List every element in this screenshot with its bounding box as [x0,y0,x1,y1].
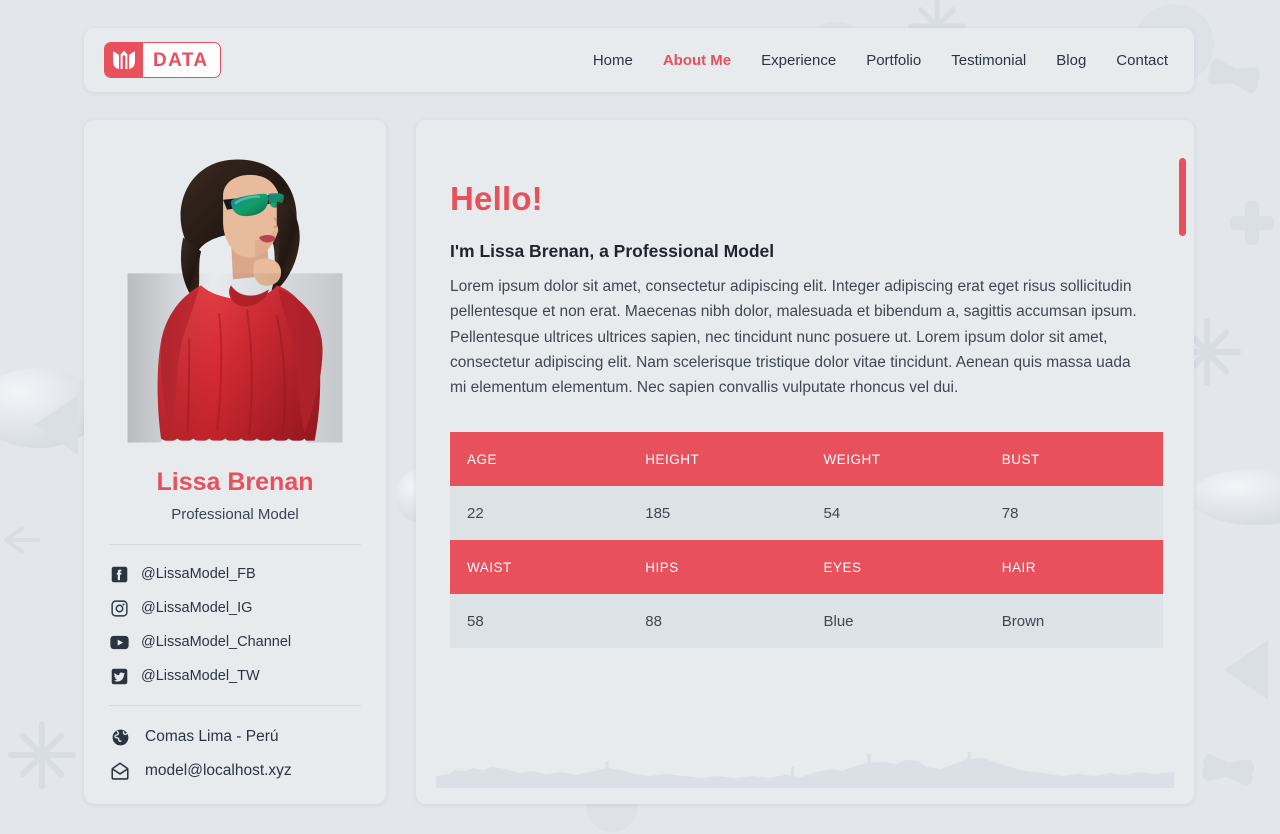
contact-email[interactable]: model@localhost.xyz [109,754,361,788]
table-header-row-2: WAIST HIPS EYES HAIR [450,540,1163,595]
table-cell-bust: 78 [984,486,1163,541]
about-me-panel: Hello! I'm Lissa Brenan, a Professional … [416,120,1194,804]
page-root: DATA Home About Me Experience Portfolio … [0,0,1280,834]
table-row-2: 58 88 Blue Brown [450,594,1163,649]
intro-paragraph: Lorem ipsum dolor sit amet, consectetur … [450,278,1137,396]
divider-bottom [109,705,361,707]
nav-item-contact[interactable]: Contact [1116,52,1168,69]
facebook-icon [109,566,129,583]
table-cell-eyes: Blue [806,594,985,649]
nav-item-testimonial[interactable]: Testimonial [951,52,1026,69]
social-handle-instagram: @LissaModel_IG [141,600,253,617]
table-cell-height: 185 [628,486,807,541]
social-handle-youtube: @LissaModel_Channel [141,634,292,651]
greeting-heading: Hello! [450,180,543,217]
contact-info: Comas Lima - Perú model@localhost.xyz [109,720,361,788]
profile-photo [127,144,343,455]
measurements-table: AGE HEIGHT WEIGHT BUST 22 185 54 78 WAIS… [450,432,1163,649]
main-navigation: Home About Me Experience Portfolio Testi… [593,52,1172,69]
social-link-instagram[interactable]: @LissaModel_IG [109,591,361,625]
table-header-waist: WAIST [450,540,629,595]
table-cell-waist: 58 [450,594,629,649]
panel-scrollbar-track[interactable] [1179,138,1186,786]
social-handle-twitter: @LissaModel_TW [141,668,260,685]
contact-location[interactable]: Comas Lima - Perú [109,720,361,754]
panel-scrollbar-thumb[interactable] [1179,158,1186,236]
nav-item-portfolio[interactable]: Portfolio [866,52,921,69]
nav-item-about-me[interactable]: About Me [663,52,731,69]
table-cell-age: 22 [450,486,629,541]
nav-item-experience[interactable]: Experience [761,52,836,69]
profile-name: Lissa Brenan [156,467,314,496]
instagram-icon [109,599,129,617]
table-cell-weight: 54 [806,486,985,541]
table-header-hips: HIPS [628,540,807,595]
profile-role: Professional Model [171,506,299,524]
table-row-1: 22 185 54 78 [450,486,1163,541]
table-cell-hips: 88 [628,594,807,649]
social-link-facebook[interactable]: @LissaModel_FB [109,557,361,591]
globe-icon [109,728,131,747]
table-cell-hair: Brown [984,594,1163,649]
top-navbar: DATA Home About Me Experience Portfolio … [84,28,1194,92]
divider-top [109,544,361,546]
nav-item-home[interactable]: Home [593,52,633,69]
social-handle-facebook: @LissaModel_FB [141,566,256,583]
table-header-age: AGE [450,432,629,487]
contact-location-text: Comas Lima - Perú [145,728,279,746]
table-header-row-1: AGE HEIGHT WEIGHT BUST [450,432,1163,487]
profile-card: Lissa Brenan Professional Model @LissaMo… [84,120,386,804]
skyline-decoration [436,750,1174,788]
table-header-bust: BUST [984,432,1163,487]
envelope-icon [109,762,131,780]
content-area: Lissa Brenan Professional Model @LissaMo… [84,120,1194,804]
intro-subtitle: I'm Lissa Brenan, a Professional Model [450,241,775,261]
contact-email-text: model@localhost.xyz [145,762,292,780]
table-header-eyes: EYES [806,540,985,595]
brand-text: DATA [153,49,209,71]
social-link-youtube[interactable]: @LissaModel_Channel [109,625,361,659]
youtube-icon [109,635,129,650]
social-links: @LissaModel_FB @LissaModel_IG @LissaMode… [109,557,361,693]
table-header-weight: WEIGHT [806,432,985,487]
m-monogram-icon [105,43,143,77]
nav-item-blog[interactable]: Blog [1056,52,1086,69]
brand-logo[interactable]: DATA [104,42,221,78]
social-link-twitter[interactable]: @LissaModel_TW [109,659,361,693]
table-header-height: HEIGHT [628,432,807,487]
table-header-hair: HAIR [984,540,1163,595]
twitter-icon [109,668,129,685]
